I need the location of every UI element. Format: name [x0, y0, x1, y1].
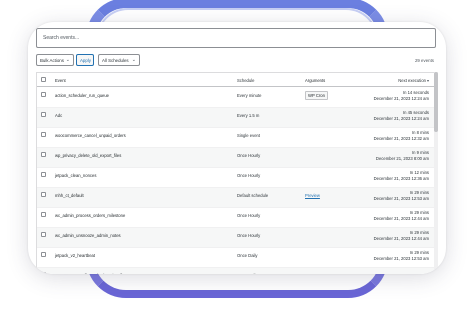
- chevron-down-icon: ⌄: [131, 57, 136, 63]
- table-row[interactable]: woocommerce_cancel_unpaid_orders Single e…: [37, 128, 435, 148]
- event-name[interactable]: wc_admin_process_orders_milestone: [55, 213, 125, 218]
- next-execution: In 12 mins December 21, 2023 12:36 am: [374, 170, 429, 183]
- table-row[interactable]: wc_admin_unsnooze_admin_notes Once Hourly…: [37, 228, 435, 248]
- table-header: Event Schedule Arguments Next execution▾: [37, 73, 435, 87]
- event-name[interactable]: mhh_ct_default: [55, 193, 84, 198]
- column-header-event[interactable]: Event: [55, 78, 66, 83]
- column-header-next-execution[interactable]: Next execution▾: [398, 78, 429, 84]
- event-schedule: Every 1.5 m: [237, 113, 260, 118]
- next-execution: In 29 mins December 21, 2023 12:44 am: [374, 230, 429, 243]
- table-toolbar: Bulk Actions ⌄ Apply All Schedules ⌄ 29 …: [36, 54, 436, 68]
- event-name[interactable]: jetpack_v2_heartbeat: [55, 253, 95, 258]
- next-execution-date: December 21, 2023 12:44 am: [373, 216, 429, 222]
- next-execution: In 8 mins December 21, 2023 12:32 am: [374, 130, 429, 143]
- next-execution: In 9 mins December 21, 2023 8:00 am: [376, 150, 429, 163]
- table-scrollbar[interactable]: [434, 72, 438, 274]
- table-row[interactable]: woocommerce_fbm_tab_domain_cfb Once Daily: [37, 268, 435, 274]
- event-name[interactable]: woocommerce_cancel_unpaid_orders: [55, 133, 126, 138]
- event-count: 29 events: [414, 58, 434, 63]
- next-execution-date: December 21, 2023 12:32 am: [373, 136, 429, 142]
- schedules-filter-label: All Schedules: [102, 58, 129, 63]
- apply-button[interactable]: Apply: [76, 54, 94, 66]
- row-checkbox[interactable]: [41, 112, 46, 117]
- row-checkbox[interactable]: [41, 192, 46, 197]
- next-execution: In 14 seconds December 21, 2023 12:24 am: [374, 90, 429, 103]
- schedules-filter-select[interactable]: All Schedules ⌄: [98, 54, 140, 66]
- event-schedule: Once Hourly: [237, 173, 261, 178]
- row-checkbox[interactable]: [41, 212, 46, 217]
- events-table: Event Schedule Arguments Next execution▾…: [36, 72, 436, 274]
- row-checkbox[interactable]: [41, 232, 46, 237]
- event-name[interactable]: jetpack_clean_nonces: [55, 173, 96, 178]
- cron-events-panel: Search events... Bulk Actions ⌄ Apply Al…: [36, 28, 438, 274]
- event-schedule: Once Daily: [237, 253, 258, 258]
- next-execution-date: December 21, 2023 12:44 am: [373, 236, 429, 242]
- next-execution-date: December 21, 2023 12:24 am: [373, 116, 429, 122]
- event-name[interactable]: wp_privacy_delete_old_export_files: [55, 153, 121, 158]
- column-header-schedule[interactable]: Schedule: [237, 78, 254, 83]
- cron-events-card: Search events... Bulk Actions ⌄ Apply Al…: [28, 22, 446, 274]
- row-checkbox[interactable]: [41, 252, 46, 257]
- next-execution-date: December 21, 2023 12:24 am: [373, 96, 429, 102]
- search-input[interactable]: Search events...: [36, 28, 436, 48]
- next-execution: In 29 mins December 21, 2023 12:44 am: [374, 210, 429, 223]
- argument-chip: WP Cron: [305, 91, 328, 100]
- table-row[interactable]: mhh_ct_default Default schedule Preview In …: [37, 188, 435, 208]
- table-row[interactable]: jetpack_clean_nonces Once Hourly In 12 min…: [37, 168, 435, 188]
- event-schedule: Default schedule: [237, 193, 269, 198]
- event-name[interactable]: action_scheduler_run_queue: [55, 93, 109, 98]
- event-arguments: WP Cron: [305, 91, 328, 100]
- event-schedule: Once Hourly: [237, 153, 261, 158]
- bulk-actions-label: Bulk Actions: [40, 58, 64, 63]
- event-arguments: Preview: [305, 191, 320, 198]
- column-header-arguments: Arguments: [305, 78, 326, 83]
- next-execution: In 45 seconds December 21, 2023 12:24 am: [374, 110, 429, 123]
- event-schedule: Every minute: [237, 93, 262, 98]
- column-header-next-execution-label: Next execution: [398, 78, 426, 83]
- table-row[interactable]: Adc Every 1.5 m In 45 seconds December 21, …: [37, 108, 435, 128]
- table-row[interactable]: jetpack_v2_heartbeat Once Daily In 29 mins…: [37, 248, 435, 268]
- bulk-actions-select[interactable]: Bulk Actions ⌄: [36, 54, 74, 66]
- row-checkbox[interactable]: [41, 132, 46, 137]
- next-execution-date: December 21, 2023 8:00 am: [375, 156, 429, 162]
- table-row[interactable]: wc_admin_process_orders_milestone Once Ho…: [37, 208, 435, 228]
- event-name[interactable]: wc_admin_unsnooze_admin_notes: [55, 233, 121, 238]
- sort-arrow-icon: ▾: [426, 78, 429, 83]
- next-execution: In 29 mins December 21, 2023 12:53 am: [374, 190, 429, 203]
- table-row[interactable]: action_scheduler_run_queue Every minute WP…: [37, 88, 435, 108]
- table-row[interactable]: wp_privacy_delete_old_export_files Once H…: [37, 148, 435, 168]
- event-name[interactable]: Adc: [55, 113, 62, 118]
- next-execution-date: December 21, 2023 12:36 am: [373, 176, 429, 182]
- row-checkbox[interactable]: [41, 172, 46, 177]
- next-execution-date: December 21, 2023 12:53 am: [373, 196, 429, 202]
- row-checkbox[interactable]: [41, 92, 46, 97]
- event-schedule: Once Daily: [237, 273, 257, 274]
- event-schedule: Single event: [237, 133, 261, 138]
- event-name[interactable]: woocommerce_fbm_tab_domain_cfb: [55, 273, 124, 274]
- next-execution: In 29 mins December 21, 2023 12:53 am: [374, 250, 429, 263]
- arguments-preview-link[interactable]: Preview: [305, 193, 320, 198]
- select-all-checkbox[interactable]: [41, 77, 46, 82]
- row-checkbox[interactable]: [41, 152, 46, 157]
- next-execution-date: December 21, 2023 12:53 am: [373, 256, 429, 262]
- event-schedule: Once Hourly: [237, 233, 261, 238]
- row-checkbox[interactable]: [41, 272, 46, 274]
- scrollbar-thumb[interactable]: [434, 72, 438, 132]
- chevron-down-icon: ⌄: [65, 57, 70, 63]
- event-schedule: Once Hourly: [237, 213, 261, 218]
